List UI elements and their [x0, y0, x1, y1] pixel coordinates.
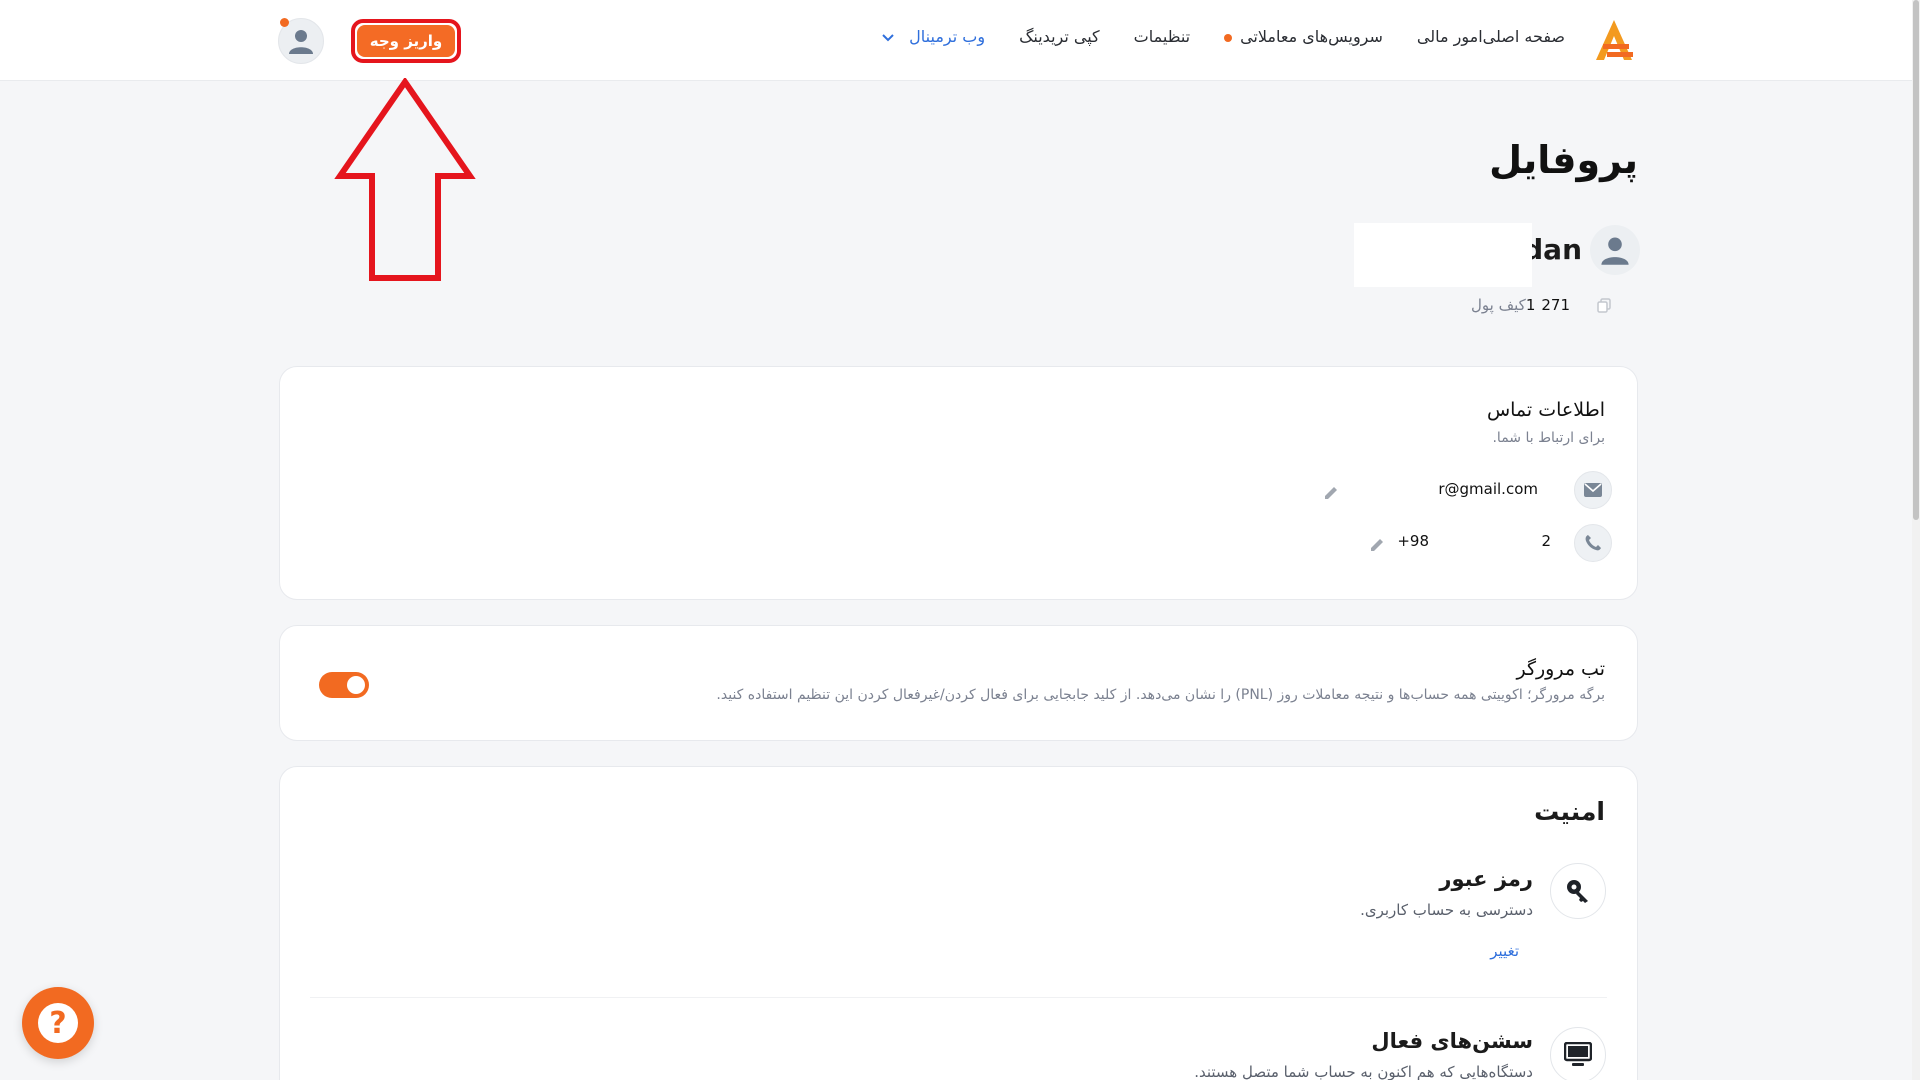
question-icon: ? [38, 1003, 78, 1043]
redacted-area [1354, 223, 1532, 287]
monitor-icon [1564, 1042, 1592, 1066]
key-icon [1567, 880, 1588, 903]
main-nav: صفحه اصلی امور مالی سرویس‌های معاملاتی ت… [848, 27, 1565, 46]
deposit-highlight: واریز وجه [351, 19, 461, 63]
help-button[interactable]: ? [22, 987, 94, 1059]
wallet-value-tail: 271 [1541, 296, 1570, 314]
nav-settings[interactable]: تنظیمات [1134, 27, 1190, 46]
wallet-value: 1 [1525, 296, 1536, 314]
nav-home[interactable]: صفحه اصلی [1483, 27, 1565, 46]
user-icon [289, 30, 313, 54]
nav-trading-services-label: سرویس‌های معاملاتی [1240, 27, 1383, 46]
browser-tab-card: تب مرورگر برگه مرورگر؛ اکوییتی همه حساب‌… [279, 625, 1638, 741]
section-divider [310, 997, 1607, 998]
annotation-arrow-icon [334, 78, 476, 281]
phone-row-icon [1574, 524, 1612, 562]
edit-email-icon[interactable] [1322, 483, 1340, 501]
phone-icon [1585, 535, 1601, 551]
password-icon-wrap [1550, 863, 1606, 919]
top-navbar: صفحه اصلی امور مالی سرویس‌های معاملاتی ت… [0, 0, 1920, 81]
brand-logo[interactable] [1590, 16, 1638, 64]
edit-phone-icon[interactable] [1368, 535, 1386, 553]
nav-web-terminal-label: وب ترمینال [909, 27, 986, 46]
change-password-link[interactable]: تغییر [1490, 942, 1519, 960]
sessions-icon-wrap [1550, 1027, 1606, 1080]
contact-card-title: اطلاعات تماس [1486, 399, 1605, 421]
security-card: امنیت رمز عبور دسترسی به حساب کاربری. تغ… [279, 766, 1638, 1080]
profile-avatar [1590, 225, 1640, 275]
browser-tab-description: برگه مرورگر؛ اکوییتی همه حساب‌ها و نتیجه… [716, 687, 1605, 703]
wallet-row: کیف پول 1 271 [1471, 296, 1638, 314]
email-value: r@gmail.com [1438, 480, 1538, 498]
nav-web-terminal[interactable]: وب ترمینال [882, 27, 985, 46]
page-title: پروفایل [1489, 138, 1638, 182]
sessions-title: سشن‌های فعال [1371, 1029, 1533, 1053]
contact-card-subtitle: برای ارتباط با شما. [1492, 430, 1605, 446]
scrollbar-thumb[interactable] [1913, 0, 1919, 520]
wallet-label: کیف پول [1471, 296, 1526, 314]
sessions-subtitle: دستگاه‌هایی که هم اکنون به حساب شما متصل… [1194, 1063, 1533, 1080]
contact-info-card: اطلاعات تماس برای ارتباط با شما. r@gmail… [279, 366, 1638, 600]
avatar-notification-dot [280, 18, 289, 27]
notification-dot [1224, 33, 1233, 42]
browser-tab-toggle[interactable] [319, 672, 369, 698]
email-row-icon [1574, 471, 1612, 509]
deposit-button[interactable]: واریز وجه [357, 25, 455, 57]
copy-icon[interactable] [1596, 297, 1612, 313]
user-icon [1601, 237, 1629, 265]
nav-finance[interactable]: امور مالی [1417, 27, 1483, 46]
password-title: رمز عبور [1439, 867, 1533, 891]
nav-copy-trading[interactable]: کپی تریدینگ [1019, 27, 1100, 46]
browser-tab-title: تب مرورگر [1516, 658, 1605, 680]
security-title: امنیت [1534, 797, 1605, 826]
chevron-down-icon [882, 33, 894, 41]
phone-tail: 2 [1541, 532, 1551, 550]
toggle-knob [347, 676, 365, 694]
mail-icon [1584, 483, 1602, 497]
nav-trading-services[interactable]: سرویس‌های معاملاتی [1224, 27, 1383, 46]
password-subtitle: دسترسی به حساب کاربری. [1360, 901, 1533, 919]
phone-prefix: +98 [1397, 532, 1429, 550]
